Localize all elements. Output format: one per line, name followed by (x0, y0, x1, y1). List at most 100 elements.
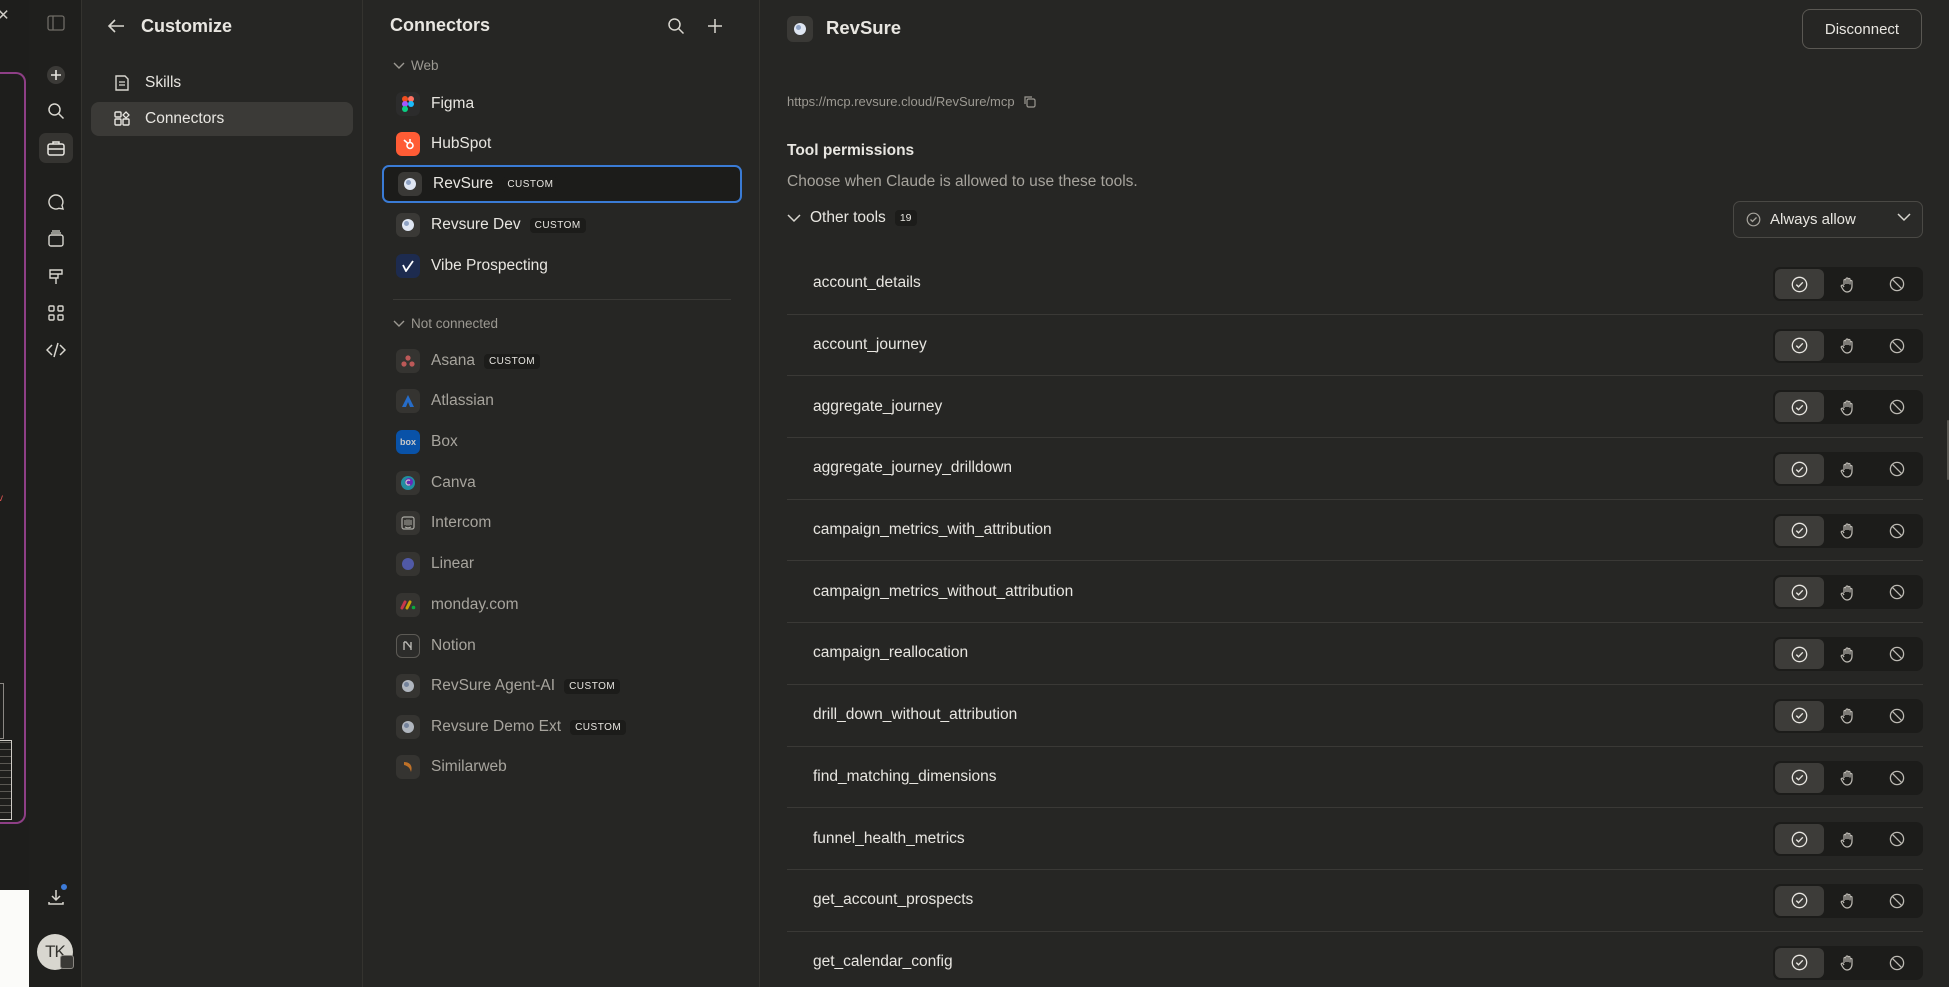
always-allow-option-icon[interactable] (1775, 824, 1824, 855)
blocked-option-icon[interactable] (1872, 331, 1921, 361)
always-allow-option-icon[interactable] (1775, 762, 1824, 793)
tool-row: account_journey (787, 315, 1923, 377)
connector-similarweb[interactable]: Similarweb (382, 748, 742, 786)
group-label: Not connected (411, 316, 499, 331)
always-allow-option-icon[interactable] (1775, 269, 1824, 299)
group-policy-dropdown[interactable]: Always allow (1733, 201, 1923, 238)
connector-hubspot[interactable]: HubSpot (382, 125, 742, 163)
connector-revsure-dev[interactable]: Revsure Dev CUSTOM (382, 206, 742, 244)
permissions-description: Choose when Claude is allowed to use the… (787, 173, 1138, 190)
blocked-option-icon[interactable] (1872, 516, 1921, 546)
connector-intercom[interactable]: Intercom (382, 504, 742, 542)
tool-permission-selector (1773, 883, 1923, 918)
tool-permission-selector (1773, 822, 1923, 857)
blocked-option-icon[interactable] (1872, 948, 1921, 978)
connector-revsure-agent-ai[interactable]: RevSure Agent-AI CUSTOM (382, 667, 742, 705)
tool-permission-selector (1773, 390, 1923, 425)
needs-approval-option-icon[interactable] (1824, 763, 1873, 793)
connector-revsure-demo-ext[interactable]: Revsure Demo Ext CUSTOM (382, 708, 742, 746)
search-icon[interactable] (39, 96, 73, 126)
globe-logo-icon (396, 213, 420, 237)
connector-box[interactable]: box Box (382, 423, 742, 461)
group-header-not-connected[interactable]: Not connected (393, 316, 498, 331)
blocked-option-icon[interactable] (1872, 824, 1921, 854)
blocked-option-icon[interactable] (1872, 269, 1921, 299)
red-mark: v (0, 493, 3, 504)
connector-atlassian[interactable]: Atlassian (382, 382, 742, 420)
needs-approval-option-icon[interactable] (1824, 824, 1873, 854)
disconnect-button[interactable]: Disconnect (1802, 9, 1922, 49)
nav-item-connectors[interactable]: Connectors (91, 102, 353, 136)
group-header-web[interactable]: Web (393, 58, 439, 73)
needs-approval-option-icon[interactable] (1824, 269, 1873, 299)
apps-icon[interactable] (39, 298, 73, 328)
monday-logo-icon (396, 593, 420, 617)
needs-approval-option-icon[interactable] (1824, 639, 1873, 669)
always-allow-option-icon[interactable] (1775, 639, 1824, 670)
blocked-option-icon[interactable] (1872, 701, 1921, 731)
tool-row: get_calendar_config (787, 932, 1923, 987)
icon-rail: TK (29, 0, 82, 987)
copy-icon[interactable] (1023, 95, 1036, 108)
code-icon[interactable] (39, 335, 73, 365)
blocked-option-icon[interactable] (1872, 454, 1921, 484)
server-url: https://mcp.revsure.cloud/RevSure/mcp (787, 94, 1036, 109)
connectors-panel: Connectors Web Figma HubSpot RevSure CUS… (363, 0, 760, 987)
blocked-option-icon[interactable] (1872, 392, 1921, 422)
tool-row: funnel_health_metrics (787, 808, 1923, 870)
always-allow-option-icon[interactable] (1775, 454, 1824, 485)
always-allow-option-icon[interactable] (1775, 577, 1824, 608)
similarweb-logo-icon (396, 755, 420, 779)
needs-approval-option-icon[interactable] (1824, 577, 1873, 607)
blocked-option-icon[interactable] (1872, 763, 1921, 793)
always-allow-option-icon[interactable] (1775, 885, 1824, 916)
artifacts-icon[interactable] (39, 261, 73, 291)
asana-logo-icon (396, 349, 420, 373)
connector-canva[interactable]: Canva (382, 464, 742, 502)
connector-monday[interactable]: monday.com (382, 586, 742, 624)
needs-approval-option-icon[interactable] (1824, 331, 1873, 361)
always-allow-option-icon[interactable] (1775, 700, 1824, 731)
vibe-logo-icon (396, 254, 420, 278)
tool-group-toggle[interactable]: Other tools 19 (787, 209, 917, 227)
always-allow-option-icon[interactable] (1775, 330, 1824, 361)
connector-linear[interactable]: Linear (382, 545, 742, 583)
needs-approval-option-icon[interactable] (1824, 454, 1873, 484)
add-icon[interactable] (704, 15, 726, 37)
always-allow-option-icon[interactable] (1775, 392, 1824, 423)
connector-vibe-prospecting[interactable]: Vibe Prospecting (382, 247, 742, 285)
globe-logo-icon (398, 172, 422, 196)
new-chat-icon[interactable] (39, 60, 73, 90)
background-element (0, 683, 4, 739)
needs-approval-option-icon[interactable] (1824, 886, 1873, 916)
customize-icon[interactable] (39, 133, 73, 163)
back-arrow-icon[interactable] (107, 18, 125, 34)
sidebar-toggle-icon[interactable] (39, 8, 73, 38)
connector-name: Box (431, 433, 458, 450)
needs-approval-option-icon[interactable] (1824, 392, 1873, 422)
tool-count-badge: 19 (894, 210, 917, 226)
connector-revsure[interactable]: RevSure CUSTOM (382, 165, 742, 203)
needs-approval-option-icon[interactable] (1824, 701, 1873, 731)
chevron-down-icon (787, 213, 801, 223)
globe-logo-icon (787, 16, 813, 42)
blocked-option-icon[interactable] (1872, 577, 1921, 607)
background-element (0, 740, 12, 820)
needs-approval-option-icon[interactable] (1824, 516, 1873, 546)
blocked-option-icon[interactable] (1872, 639, 1921, 669)
needs-approval-option-icon[interactable] (1824, 948, 1873, 978)
search-icon[interactable] (665, 15, 687, 37)
connector-asana[interactable]: Asana CUSTOM (382, 342, 742, 380)
connector-name: Figma (431, 95, 475, 112)
always-allow-option-icon[interactable] (1775, 515, 1824, 546)
blocked-option-icon[interactable] (1872, 886, 1921, 916)
always-allow-option-icon[interactable] (1775, 947, 1824, 978)
tool-permission-selector (1773, 513, 1923, 548)
projects-icon[interactable] (39, 224, 73, 254)
canva-logo-icon (396, 471, 420, 495)
connector-notion[interactable]: Notion (382, 627, 742, 665)
connector-figma[interactable]: Figma (382, 85, 742, 123)
nav-item-skills[interactable]: Skills (91, 66, 353, 100)
chats-icon[interactable] (39, 187, 73, 217)
atlassian-logo-icon (396, 389, 420, 413)
